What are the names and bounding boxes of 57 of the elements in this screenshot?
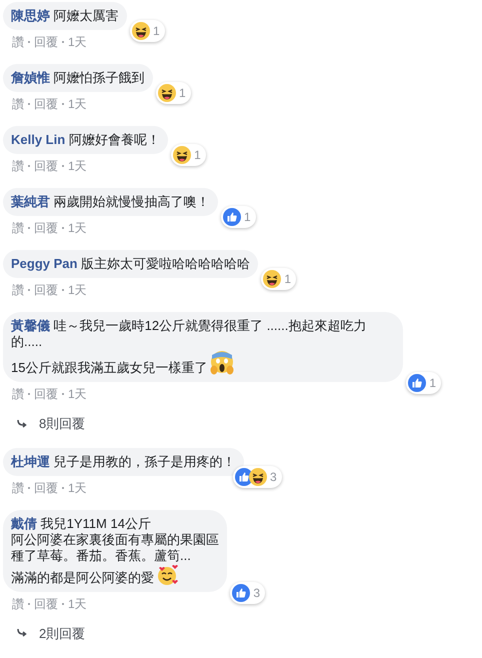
comment-text: 陳思婷 阿嬤太厲害 [11, 8, 119, 24]
timestamp: 1天 [68, 34, 87, 50]
action-link[interactable]: 回覆 [34, 282, 58, 298]
comment-text: Kelly Lin 阿嬤好會養呢！ [11, 132, 160, 148]
reply-arrow-icon [17, 629, 27, 638]
thumbs-up-icon [232, 584, 250, 602]
comment-text: 阿公阿婆在家裏後面有專屬的果園區 [11, 532, 219, 548]
timestamp: 1天 [68, 158, 87, 174]
reaction-badge[interactable]: 1 [406, 372, 441, 394]
thumbs-up-icon [408, 374, 426, 392]
comment-text: 詹媜惟 阿嬤怕孫子餓到 [11, 70, 145, 86]
timestamp: 1天 [68, 480, 87, 496]
timestamp: 1天 [68, 386, 87, 402]
screaming-face-icon [209, 350, 236, 376]
action-link[interactable]: 回覆 [34, 480, 58, 496]
action-link[interactable]: 讚 [12, 34, 24, 50]
timestamp: 1天 [68, 220, 87, 236]
laughing-face-icon [173, 146, 192, 164]
action-link[interactable]: 回覆 [34, 386, 58, 402]
timestamp: 1天 [68, 96, 87, 112]
comment-text: 15公斤就跟我滿五歲女兒一樣重了 [11, 360, 208, 376]
action-link[interactable]: 讚 [12, 480, 24, 496]
action-link[interactable]: 讚 [12, 220, 24, 236]
comment-text: 種了草莓。番茄。香蕉。蘆筍... [11, 548, 191, 564]
reaction-badge[interactable]: 3 [230, 582, 265, 604]
thumbs-up-icon [222, 208, 241, 226]
action-link[interactable]: 回覆 [34, 220, 58, 236]
action-link[interactable]: 讚 [12, 386, 24, 402]
view-replies-link[interactable]: 8則回覆 [39, 414, 86, 434]
action-link[interactable]: 回覆 [34, 158, 58, 174]
action-link[interactable]: 回覆 [34, 596, 58, 612]
laughing-face-icon [158, 84, 176, 102]
comment-text: 葉純君 兩歲開始就慢慢抽高了噢！ [11, 194, 210, 210]
reaction-badge[interactable]: 1 [220, 206, 256, 228]
reaction-badge[interactable]: 1 [261, 268, 296, 290]
action-link[interactable]: 讚 [12, 158, 24, 174]
view-replies-link[interactable]: 2則回覆 [39, 624, 86, 643]
timestamp: 1天 [68, 596, 87, 612]
action-link[interactable]: 讚 [12, 96, 24, 112]
timestamp: 1天 [68, 282, 87, 298]
reaction-badge[interactable]: 1 [156, 82, 191, 104]
comment-text: 滿滿的都是阿公阿婆的愛 [11, 570, 154, 586]
laughing-face-icon [263, 270, 282, 288]
reaction-badge[interactable]: 3 [232, 466, 282, 488]
smiling-face-with-hearts-icon [156, 564, 178, 586]
reaction-badge[interactable]: 1 [171, 144, 206, 166]
action-link[interactable]: 回覆 [34, 96, 58, 112]
comment-text: 黃馨儀 哇～我兒一歲時12公斤就覺得很重了 ......抱起來超吃力的..... [11, 318, 368, 350]
reply-arrow-icon [17, 420, 27, 428]
laughing-face-icon [132, 22, 150, 40]
reaction-badge[interactable]: 1 [130, 20, 165, 42]
comment-text: 戴倩 我兒1Y11M 14公斤 [11, 516, 151, 532]
laughing-face-icon [248, 468, 267, 486]
action-link[interactable]: 回覆 [34, 34, 58, 50]
action-link[interactable]: 讚 [12, 282, 24, 298]
action-link[interactable]: 讚 [12, 596, 24, 612]
comment-text: Peggy Pan 版主妳太可愛啦哈哈哈哈哈哈 [11, 256, 250, 272]
